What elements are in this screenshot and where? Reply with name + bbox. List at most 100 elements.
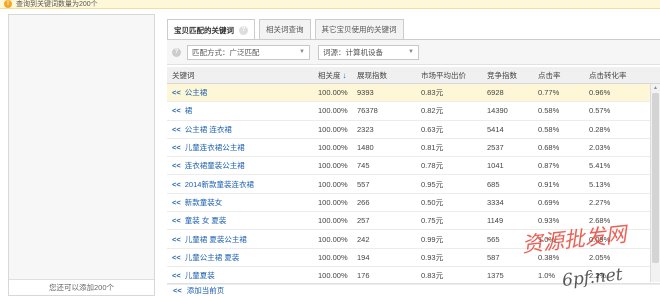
- table-row[interactable]: << 儿童公主裙 夏装 100.00% 194 0.93元 587 0.38% 2.05%: [167, 249, 660, 267]
- header-avg-bid[interactable]: 市场平均出价: [421, 67, 466, 83]
- cell-cvr: 5.13%: [589, 179, 611, 189]
- tab-other-item-keywords[interactable]: 其它宝贝使用的关键词: [314, 19, 404, 39]
- cell-bid: 0.95元: [421, 179, 444, 189]
- cell-rel: 100.00%: [318, 143, 348, 153]
- table-row[interactable]: << 连衣裙童装公主裙 100.00% 745 0.78元 1041 0.87% 5.41%: [167, 157, 660, 176]
- cell-comp: 5414: [487, 124, 504, 134]
- table-body: << 公主裙 100.00% 9393 0.83元 6928 0.77% 0.96% << 裙 10…: [167, 84, 660, 286]
- tab-label: 相关词查询: [266, 25, 304, 34]
- cell-bid: 0.78元: [421, 161, 444, 171]
- table-row[interactable]: << 公主裙 100.00% 9393 0.83元 6928 0.77% 0.96%: [167, 84, 660, 103]
- table-row[interactable]: << 儿童连衣裙公主裙 100.00% 1480 0.81元 2537 0.68% 2.03%: [167, 139, 660, 158]
- cell-rel: 100.00%: [318, 216, 348, 226]
- match-type-value: 匹配方式：广泛匹配: [192, 47, 260, 57]
- header-cvr[interactable]: 点击转化率: [589, 67, 627, 83]
- cell-rel: 100.00%: [318, 179, 348, 189]
- tab-matched-keywords[interactable]: 宝贝匹配的关键词 ?: [167, 19, 255, 40]
- cell-bid: 0.75元: [421, 216, 444, 226]
- match-type-select[interactable]: 匹配方式：广泛匹配 ▼: [187, 44, 310, 60]
- tab-label: 宝贝匹配的关键词: [174, 25, 234, 35]
- cell-rel: 100.00%: [318, 161, 348, 171]
- tab-label: 其它宝贝使用的关键词: [321, 25, 397, 34]
- cell-comp: 1375: [487, 271, 504, 281]
- scrollbar-thumb[interactable]: [652, 93, 659, 263]
- remaining-count-hint: 您还可以添加200个: [9, 279, 154, 295]
- cell-comp: 1041: [487, 161, 504, 171]
- table-scrollbar[interactable]: ▲: [650, 84, 660, 282]
- filter-bar: ? 匹配方式：广泛匹配 ▼ 词源：计算机设备 ▼: [167, 40, 660, 65]
- add-arrow-icon: <<: [173, 285, 182, 295]
- add-keyword-link[interactable]: << 儿童连衣裙公主裙: [172, 139, 245, 156]
- cell-bid: 0.82元: [421, 106, 444, 116]
- add-keyword-link[interactable]: << 儿童公主裙 夏装: [172, 249, 239, 266]
- table-row[interactable]: << 新款童装女 100.00% 266 0.50元 3334 0.69% 2.27%: [167, 194, 660, 213]
- add-keyword-link[interactable]: << 连衣裙童装公主裙: [172, 157, 245, 174]
- add-arrow-icon: <<: [172, 197, 181, 207]
- cell-rel: 100.00%: [318, 124, 348, 134]
- cell-imp: 76378: [357, 106, 378, 116]
- cell-bid: 0.83元: [421, 271, 444, 281]
- table-row[interactable]: << 童装 女 夏装 100.00% 257 0.75元 1149 0.93% 2.68%: [167, 212, 660, 231]
- add-arrow-icon: <<: [172, 106, 181, 116]
- cell-rel: 100.00%: [318, 197, 348, 207]
- tab-bar: 宝贝匹配的关键词 ? 相关词查询 其它宝贝使用的关键词: [167, 19, 408, 40]
- add-arrow-icon: <<: [172, 88, 181, 98]
- add-keyword-link[interactable]: << 儿童夏装: [172, 267, 215, 284]
- table-row[interactable]: << 裙 100.00% 76378 0.82元 14390 0.58% 0.57%: [167, 102, 660, 121]
- cell-comp: 6928: [487, 88, 504, 98]
- table-row[interactable]: << 公主裙 连衣裙 100.00% 2323 0.63元 5414 0.58% 0.28%: [167, 121, 660, 139]
- table-row[interactable]: << 儿童裙 夏装公主裙 100.00% 242 0.99元 565 1.0% 0.09%: [167, 230, 660, 249]
- warning-icon: !: [4, 0, 12, 8]
- keyword-text: 裙: [184, 106, 193, 116]
- selected-keywords-panel: 您还可以添加200个: [8, 14, 155, 296]
- tab-related-search[interactable]: 相关词查询: [259, 19, 311, 39]
- header-relevance[interactable]: 相关度 ↓: [318, 67, 347, 83]
- add-keyword-link[interactable]: << 新款童装女: [172, 194, 222, 211]
- cell-imp: 242: [357, 234, 370, 244]
- keyword-text: 儿童夏装: [184, 271, 215, 281]
- header-relevance-label: 相关度: [318, 70, 341, 80]
- add-keyword-link[interactable]: << 2014新款童装连衣裙: [172, 175, 254, 192]
- header-impressions[interactable]: 展现指数: [357, 67, 387, 83]
- cell-comp: 14390: [487, 106, 508, 116]
- cell-cvr: 0.28%: [589, 124, 611, 134]
- help-icon[interactable]: ?: [172, 47, 181, 57]
- word-source-select[interactable]: 词源：计算机设备 ▼: [318, 44, 419, 60]
- keyword-text: 连衣裙童装公主裙: [184, 161, 245, 171]
- table-header: 关键词 相关度 ↓ 展现指数 市场平均出价 竞争指数 点击率 点击转化率: [167, 67, 660, 84]
- notice-text: 查询到关键词数量为200个: [16, 1, 98, 8]
- result-notice: ! 查询到关键词数量为200个: [0, 0, 660, 9]
- keyword-table: 关键词 相关度 ↓ 展现指数 市场平均出价 竞争指数 点击率 点击转化率 << 公…: [167, 67, 660, 286]
- scroll-up-icon[interactable]: ▲: [651, 84, 660, 92]
- keyword-text: 2014新款童装连衣裙: [184, 179, 254, 189]
- table-row[interactable]: << 2014新款童装连衣裙 100.00% 557 0.95元 685 0.91% 5.13…: [167, 175, 660, 194]
- chevron-down-icon: ▼: [408, 49, 414, 55]
- cell-comp: 2537: [487, 143, 504, 153]
- add-keyword-link[interactable]: << 儿童裙 夏装公主裙: [172, 230, 247, 247]
- header-ctr[interactable]: 点击率: [538, 67, 561, 83]
- word-source-value: 词源：计算机设备: [323, 47, 383, 57]
- add-current-page-label: 添加当前页: [186, 285, 225, 295]
- cell-cvr: 2.27%: [589, 197, 611, 207]
- cell-ctr: 0.58%: [538, 106, 560, 116]
- cell-bid: 0.99元: [421, 234, 444, 244]
- cell-imp: 745: [357, 161, 370, 171]
- cell-imp: 257: [357, 216, 370, 226]
- cell-rel: 100.00%: [318, 252, 348, 262]
- cell-imp: 266: [357, 197, 370, 207]
- add-keyword-link[interactable]: << 裙: [172, 102, 192, 119]
- cell-cvr: 2.05%: [589, 252, 611, 262]
- header-competition[interactable]: 竞争指数: [487, 67, 517, 83]
- header-keyword[interactable]: 关键词: [172, 67, 195, 83]
- cell-bid: 0.81元: [421, 143, 444, 153]
- selected-keywords-list[interactable]: [9, 15, 154, 280]
- add-keyword-link[interactable]: << 童装 女 夏装: [172, 212, 226, 229]
- chevron-down-icon: ▼: [299, 49, 305, 55]
- add-keyword-link[interactable]: << 公主裙 连衣裙: [172, 121, 232, 138]
- add-arrow-icon: <<: [172, 161, 181, 171]
- keyword-text: 公主裙: [184, 88, 208, 98]
- add-current-page-button[interactable]: << 添加当前页: [167, 283, 660, 296]
- add-keyword-link[interactable]: << 公主裙: [172, 84, 207, 101]
- cell-ctr: 1.0%: [538, 271, 556, 281]
- help-icon[interactable]: ?: [239, 25, 248, 35]
